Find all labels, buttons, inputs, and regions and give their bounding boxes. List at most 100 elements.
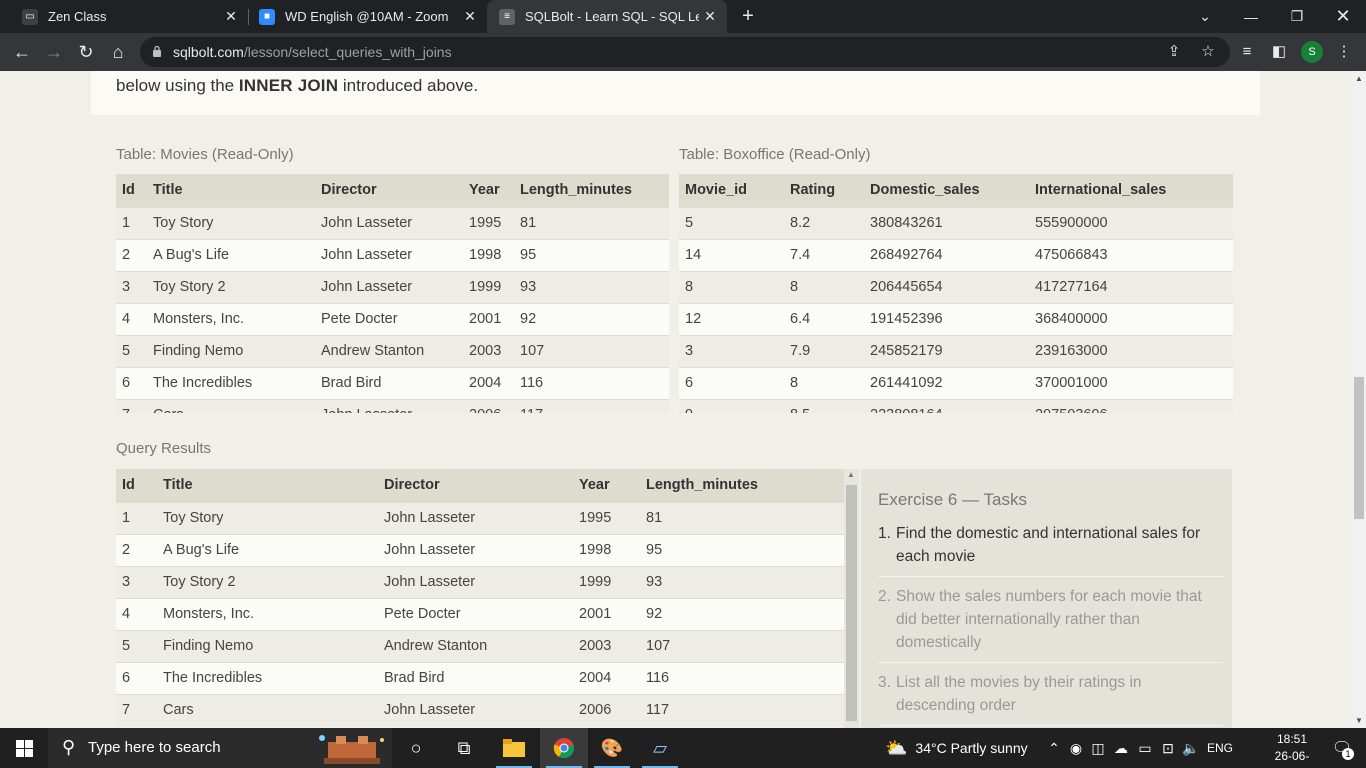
search-placeholder: Type here to search xyxy=(88,739,221,756)
browser-toolbar: ← → ↻ ⌂ sqlbolt.com/lesson/select_querie… xyxy=(0,33,1366,71)
onedrive-cloud-icon[interactable]: ☁ xyxy=(1109,740,1133,757)
volume-icon[interactable]: 🔈 xyxy=(1179,740,1203,757)
tab-zoom[interactable]: ■ WD English @10AM - Zoom ✕ xyxy=(249,0,487,33)
table-cell: 6 xyxy=(116,661,157,694)
page-scrollbar[interactable]: ▲ ▼ xyxy=(1352,71,1366,728)
tab-search-button[interactable]: ⌄ xyxy=(1182,0,1228,33)
language-indicator[interactable]: ENG xyxy=(1207,741,1233,755)
task-number: 2. xyxy=(878,588,891,605)
reload-icon[interactable]: ↻ xyxy=(74,40,98,64)
tab-zen-class[interactable]: ▭ Zen Class ✕ xyxy=(8,0,248,33)
table-cell: 93 xyxy=(514,270,669,303)
table-cell: Brad Bird xyxy=(378,661,573,694)
network-icon[interactable]: ⊡ xyxy=(1157,740,1179,757)
scroll-up-arrow-icon[interactable]: ▲ xyxy=(847,470,855,479)
tasks-title: Exercise 6 — Tasks xyxy=(878,490,1027,509)
taskbar-clock[interactable]: 18:51 26-06-2022 xyxy=(1262,731,1322,768)
cortana-icon[interactable]: ○ xyxy=(392,728,440,768)
scroll-up-arrow-icon[interactable]: ▲ xyxy=(1355,74,1363,83)
lock-icon xyxy=(153,45,161,57)
reading-list-icon[interactable]: ≡ xyxy=(1237,42,1257,62)
column-header: International_sales xyxy=(1029,174,1233,207)
zen-class-favicon-icon: ▭ xyxy=(22,8,38,25)
close-tab-icon[interactable]: ✕ xyxy=(224,9,238,23)
file-explorer-icon[interactable] xyxy=(490,728,538,768)
home-icon[interactable]: ⌂ xyxy=(106,40,130,64)
table-cell: 1 xyxy=(116,501,157,534)
back-arrow-icon[interactable]: ← xyxy=(10,40,34,64)
task-item: 3. List all the movies by their ratings i… xyxy=(878,671,1223,726)
folder-icon xyxy=(503,739,525,757)
side-panel-icon[interactable]: ◧ xyxy=(1269,42,1289,62)
menu-kebab-icon[interactable]: ⋮ xyxy=(1334,42,1354,62)
partly-sunny-icon: ⛅ xyxy=(885,737,908,758)
task-text: List all the movies by their ratings in … xyxy=(896,674,1142,714)
boxoffice-table-scroll[interactable]: Movie_id Rating Domestic_sales Internationa… xyxy=(679,174,1233,413)
minimize-button[interactable]: — xyxy=(1228,0,1274,33)
boxoffice-table: Movie_id Rating Domestic_sales Internationa… xyxy=(679,174,1233,413)
table-cell: 206445654 xyxy=(864,270,1029,303)
windows-start-button[interactable] xyxy=(0,728,48,768)
tab-title: Zen Class xyxy=(48,9,107,24)
forward-arrow-icon[interactable]: → xyxy=(42,40,66,64)
table-row: 1 Toy Story John Lasseter 1995 81 xyxy=(116,206,669,239)
close-window-button[interactable]: ✕ xyxy=(1320,0,1366,33)
movies-table-label: Table: Movies (Read-Only) xyxy=(116,146,294,163)
chrome-icon[interactable] xyxy=(540,728,588,768)
share-icon[interactable]: ⇪ xyxy=(1164,42,1184,62)
notepad-app-icon[interactable]: ▱ xyxy=(636,728,684,768)
chrome-logo-icon xyxy=(553,738,574,759)
inner-join-keyword: INNER JOIN xyxy=(238,76,339,95)
task-text: Find the domestic and international sale… xyxy=(896,525,1201,565)
notification-center-button[interactable]: 🗨 1 xyxy=(1324,728,1360,768)
meet-now-icon[interactable]: ◫ xyxy=(1087,740,1109,757)
movies-table-scroll[interactable]: Id Title Director Year Length_minutes 1 Toy S… xyxy=(116,174,669,413)
windows-logo-icon xyxy=(15,739,33,757)
table-cell: John Lasseter xyxy=(378,565,573,598)
chevron-up-icon[interactable]: ⌃ xyxy=(1043,740,1065,757)
table-cell: 4 xyxy=(116,597,157,630)
task-item: 2. Show the sales numbers for each movie … xyxy=(878,585,1223,663)
table-cell: 7 xyxy=(116,693,157,726)
table-cell: 3 xyxy=(679,334,784,367)
table-cell: 8.2 xyxy=(784,206,864,239)
table-header-row: Movie_id Rating Domestic_sales Internationa… xyxy=(679,174,1233,207)
table-row: 2A Bug's Life John Lasseter 1998 95 xyxy=(116,533,844,566)
column-header: Domestic_sales xyxy=(864,174,1029,207)
table-cell: Toy Story xyxy=(157,501,378,534)
profile-avatar[interactable]: S xyxy=(1301,41,1323,63)
table-cell: John Lasseter xyxy=(378,693,573,726)
table-cell: Pete Docter xyxy=(378,597,573,630)
new-tab-button[interactable]: + xyxy=(737,5,759,27)
results-scrollbar[interactable]: ▲ xyxy=(844,469,859,728)
tab-sqlbolt[interactable]: ≡ SQLBolt - Learn SQL - SQL Lesson ✕ xyxy=(487,0,727,33)
scrollbar-thumb[interactable] xyxy=(1354,377,1364,519)
table-cell: 81 xyxy=(514,206,669,239)
task-item: 1. Find the domestic and international sa… xyxy=(878,522,1223,577)
scroll-down-arrow-icon[interactable]: ▼ xyxy=(1355,716,1363,725)
restore-button[interactable]: ❐ xyxy=(1274,0,1320,33)
table-cell: 3 xyxy=(116,565,157,598)
bookmark-star-icon[interactable]: ☆ xyxy=(1198,42,1218,62)
table-cell: 2003 xyxy=(573,629,640,662)
table-row: 8 8 206445654 417277164 xyxy=(679,270,1233,303)
record-icon[interactable]: ◉ xyxy=(1065,740,1087,757)
table-row: 5 8.2 380843261 555900000 xyxy=(679,206,1233,239)
column-header: Title xyxy=(147,174,315,207)
table-cell: 1995 xyxy=(573,501,640,534)
column-header: Title xyxy=(157,469,378,502)
weather-widget[interactable]: ⛅ 34°C Partly sunny xyxy=(885,728,1028,768)
column-header: Length_minutes xyxy=(640,469,844,502)
table-cell: 3 xyxy=(116,270,147,303)
close-tab-icon[interactable]: ✕ xyxy=(703,9,717,23)
table-cell: 6.4 xyxy=(784,302,864,335)
query-results-scroll[interactable]: Id Title Director Year Length_minutes 1 Toy S… xyxy=(116,469,844,728)
taskbar-search-box[interactable]: ⚲ Type here to search xyxy=(48,728,392,768)
address-bar[interactable]: sqlbolt.com/lesson/select_queries_with_j… xyxy=(140,37,1230,67)
paint-app-icon[interactable]: 🎨 xyxy=(588,728,636,768)
task-view-icon[interactable]: ⧉ xyxy=(440,728,488,768)
table-cell: 93 xyxy=(640,565,844,598)
close-tab-icon[interactable]: ✕ xyxy=(463,9,477,23)
battery-icon[interactable]: ▭ xyxy=(1133,740,1157,757)
scrollbar-thumb[interactable] xyxy=(846,485,857,721)
